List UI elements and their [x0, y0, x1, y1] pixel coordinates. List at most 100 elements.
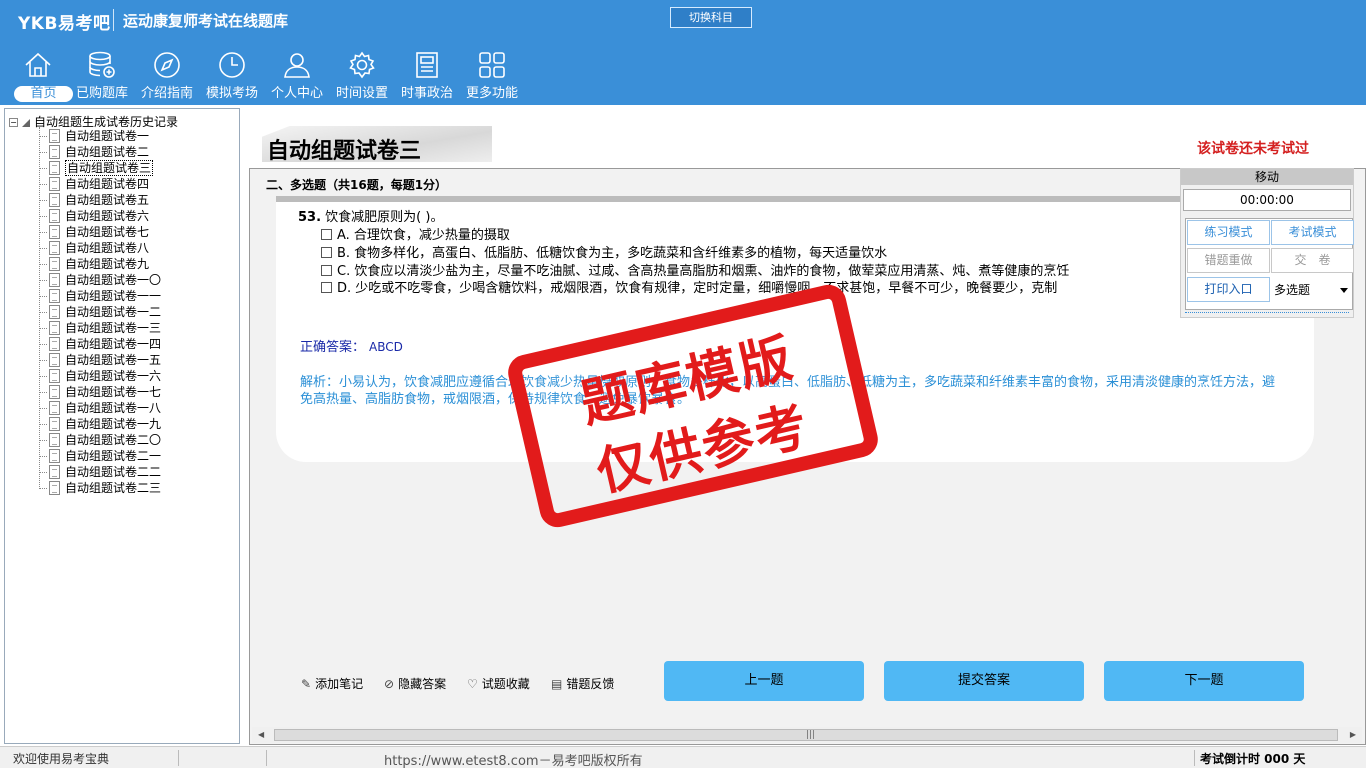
scroll-grip-icon: |||: [806, 730, 816, 740]
exam-status-label: 该试卷还未考试过: [1197, 141, 1309, 157]
tree-item[interactable]: 自动组题试卷一四: [39, 336, 161, 352]
tree-item[interactable]: 自动组题试卷一七: [39, 384, 161, 400]
nav-profile[interactable]: 个人中心: [264, 45, 330, 105]
nav-mock-exam[interactable]: 模拟考场: [199, 45, 265, 105]
tree-item[interactable]: 自动组题试卷二: [39, 144, 161, 160]
option-text: B. 食物多样化，高蛋白、低脂肪、低糖饮食为主，多吃蔬菜和含纤维素多的植物，每天…: [337, 246, 888, 261]
document-icon: [49, 209, 60, 223]
practice-mode-button[interactable]: 练习模式: [1187, 220, 1270, 245]
option-a[interactable]: A. 合理饮食，减少热量的摄取: [321, 224, 510, 243]
nav-label: 个人中心: [270, 86, 323, 101]
tree-item-label: 自动组题试卷一四: [65, 337, 162, 351]
tree-item[interactable]: 自动组题试卷一八: [39, 400, 161, 416]
nav-label: 更多功能: [465, 86, 518, 101]
tree-item[interactable]: 自动组题试卷一三: [39, 320, 161, 336]
paper-history-tree: − 自动组题生成试卷历史记录 自动组题试卷一 自动组题试卷二 自动组题试卷三 自动组题试…: [4, 108, 240, 744]
scroll-left-icon[interactable]: ◀: [258, 730, 264, 739]
tree-item[interactable]: 自动组题试卷一九: [39, 416, 161, 432]
heart-icon: ♡: [467, 677, 478, 691]
tree-item-label: 自动组题试卷二一: [65, 449, 162, 463]
option-checkbox[interactable]: [321, 265, 332, 276]
tree-item-label: 自动组题试卷二三: [65, 481, 162, 495]
tree-item[interactable]: 自动组题试卷一六: [39, 368, 161, 384]
question-text: 饮食减肥原则为( )。: [325, 210, 444, 225]
document-icon: [49, 417, 60, 431]
document-icon: [49, 177, 60, 191]
countdown-text: 考试倒计时 000 天: [1200, 752, 1306, 766]
favorite-tool[interactable]: ♡ 试题收藏: [467, 675, 530, 692]
status-bar: 欢迎使用易考宝典 https://www.etest8.com－易考吧版权所有 …: [0, 746, 1366, 768]
brand-divider: [113, 9, 114, 31]
option-text: A. 合理饮食，减少热量的摄取: [337, 228, 510, 243]
tree-item-label: 自动组题试卷一〇: [65, 273, 162, 287]
redo-wrong-button[interactable]: 错题重做: [1187, 248, 1270, 273]
tree-item[interactable]: 自动组题试卷一一: [39, 288, 161, 304]
exam-mode-button[interactable]: 考试模式: [1271, 220, 1354, 245]
tree-item[interactable]: 自动组题试卷八: [39, 240, 161, 256]
option-b[interactable]: B. 食物多样化，高蛋白、低脂肪、低糖饮食为主，多吃蔬菜和含纤维素多的植物，每天…: [321, 242, 887, 261]
document-icon: [49, 193, 60, 207]
nav-time-settings[interactable]: 时间设置: [329, 45, 395, 105]
eye-icon: ⊘: [384, 677, 395, 691]
option-checkbox[interactable]: [321, 247, 332, 258]
option-checkbox[interactable]: [321, 282, 332, 293]
next-question-button[interactable]: 下一题: [1104, 661, 1304, 701]
panel-divider: [1185, 312, 1349, 313]
analysis-text: 解析：小易认为，饮食减肥应遵循合理饮食减少热量摄取原则，食物多样化，以高蛋白、低…: [300, 375, 1276, 407]
switch-subject-button[interactable]: 切换科目: [670, 7, 752, 28]
prev-question-button[interactable]: 上一题: [664, 661, 864, 701]
scroll-right-icon[interactable]: ▶: [1350, 730, 1356, 739]
tree-item[interactable]: 自动组题试卷二〇: [39, 432, 161, 448]
report-icon: ▤: [551, 677, 563, 691]
tree-item[interactable]: 自动组题试卷一〇: [39, 272, 161, 288]
tree-item[interactable]: 自动组题试卷二二: [39, 464, 161, 480]
document-icon: [49, 353, 60, 367]
tree-item[interactable]: 自动组题试卷六: [39, 208, 161, 224]
submit-paper-button[interactable]: 交 卷: [1271, 248, 1354, 273]
nav-current-affairs[interactable]: 时事政治: [394, 45, 460, 105]
tree-item[interactable]: 自动组题试卷一: [39, 128, 161, 144]
horizontal-scrollbar[interactable]: ◀ ||| ▶: [252, 727, 1362, 743]
tree-item-label: 自动组题试卷一五: [65, 353, 162, 367]
nav-guide[interactable]: 介绍指南: [134, 45, 200, 105]
nav-more[interactable]: 更多功能: [459, 45, 525, 105]
nav-home[interactable]: 首页: [5, 45, 73, 105]
tree-item[interactable]: 自动组题试卷三: [39, 160, 161, 176]
tree-item-label: 自动组题试卷一六: [65, 369, 162, 383]
question-type-select[interactable]: 多选题: [1272, 278, 1352, 302]
answer-value: ABCD: [369, 340, 403, 354]
submit-answer-button[interactable]: 提交答案: [884, 661, 1084, 701]
option-d[interactable]: D. 少吃或不吃零食，少喝含糖饮料，戒烟限酒，饮食有规律，定时定量，细嚼慢咽，不…: [321, 277, 1181, 296]
add-note-tool[interactable]: ✎ 添加笔记: [301, 675, 363, 692]
tree-item[interactable]: 自动组题试卷二三: [39, 480, 161, 496]
tree-item-label: 自动组题试卷一一: [65, 289, 162, 303]
move-handle[interactable]: 移动: [1181, 169, 1353, 185]
feedback-tool[interactable]: ▤ 错题反馈: [551, 675, 614, 692]
nav-label: 首页: [14, 86, 73, 102]
collapse-icon[interactable]: −: [9, 118, 18, 127]
print-entry-button[interactable]: 打印入口: [1187, 277, 1270, 302]
tree-root-label: 自动组题生成试卷历史记录: [34, 115, 179, 129]
nav-label: 时间设置: [335, 86, 388, 101]
hide-answer-tool[interactable]: ⊘ 隐藏答案: [384, 675, 446, 692]
home-icon: [25, 52, 51, 77]
tree-item-label: 自动组题试卷一二: [65, 305, 162, 319]
document-icon: [49, 385, 60, 399]
document-icon: [49, 449, 60, 463]
tree-item[interactable]: 自动组题试卷一五: [39, 352, 161, 368]
tree-item-label: 自动组题试卷一九: [65, 417, 162, 431]
document-icon: [49, 337, 60, 351]
copyright-text: https://www.etest8.com－易考吧版权所有: [384, 754, 643, 768]
nav-purchased-banks[interactable]: 已购题库: [69, 45, 135, 105]
document-icon: [49, 257, 60, 271]
tree-item[interactable]: 自动组题试卷四: [39, 176, 161, 192]
tree-item[interactable]: 自动组题试卷二一: [39, 448, 161, 464]
tree-item[interactable]: 自动组题试卷七: [39, 224, 161, 240]
tree-item[interactable]: 自动组题试卷九: [39, 256, 161, 272]
nav-label: 已购题库: [75, 86, 128, 101]
tree-item[interactable]: 自动组题试卷五: [39, 192, 161, 208]
tree-root[interactable]: − 自动组题生成试卷历史记录: [9, 113, 179, 129]
compass-icon: [154, 52, 180, 78]
option-checkbox[interactable]: [321, 229, 332, 240]
tree-item[interactable]: 自动组题试卷一二: [39, 304, 161, 320]
